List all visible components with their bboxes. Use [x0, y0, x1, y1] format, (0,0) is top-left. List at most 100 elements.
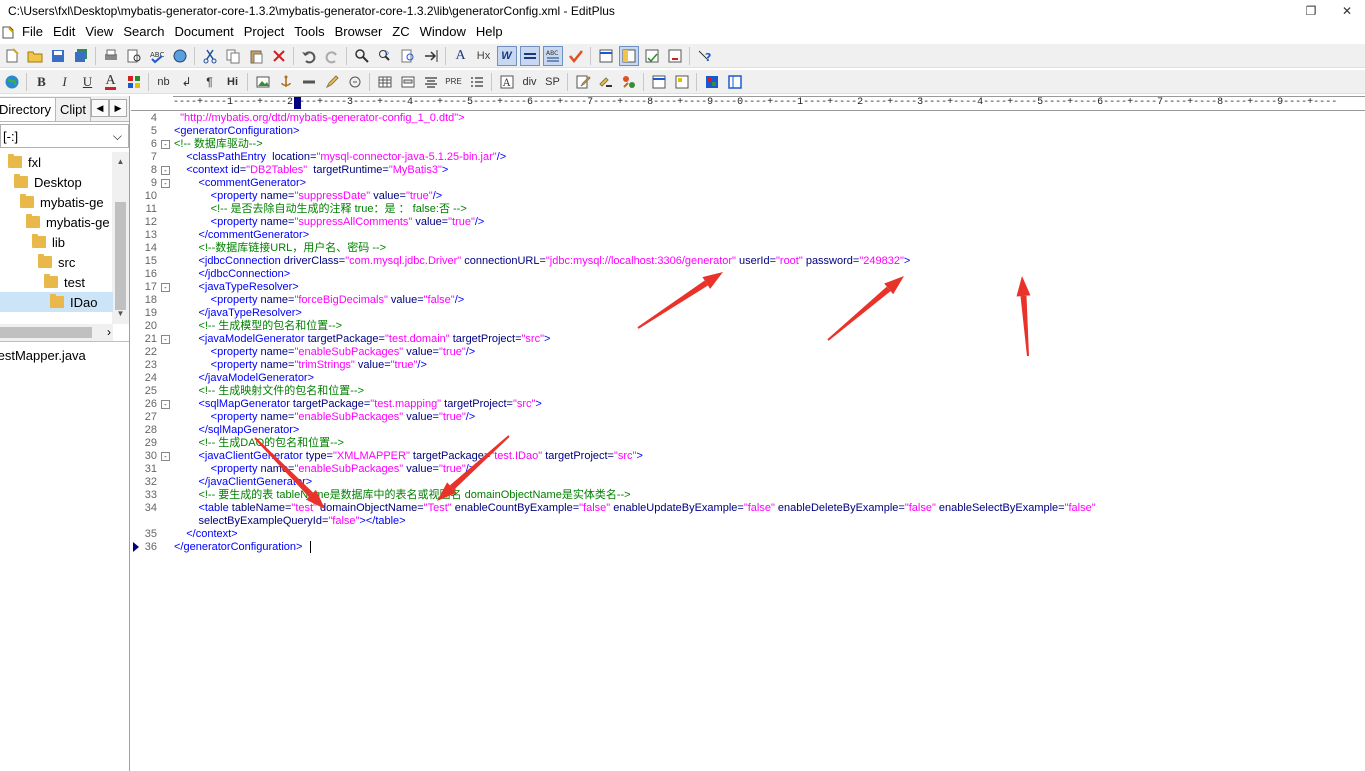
- web-preview-icon[interactable]: [170, 46, 190, 66]
- heading-button[interactable]: Hi: [223, 72, 243, 92]
- tree-node[interactable]: mybatis-ge: [26, 212, 110, 232]
- new-file-icon[interactable]: [2, 46, 22, 66]
- edit-style-icon[interactable]: [573, 72, 593, 92]
- goto-line-icon[interactable]: [421, 46, 441, 66]
- code-line[interactable]: 28 </sqlMapGenerator>: [131, 424, 1365, 437]
- print-preview-icon[interactable]: [124, 46, 144, 66]
- fold-toggle-icon[interactable]: -: [161, 400, 170, 409]
- open-folder-icon[interactable]: [25, 46, 45, 66]
- code-line[interactable]: 6- <!-- 数据库驱动-->: [131, 138, 1365, 151]
- tree-node[interactable]: src: [38, 252, 75, 272]
- hr-icon[interactable]: [299, 72, 319, 92]
- code-line[interactable]: 16 </jdbcConnection>: [131, 268, 1365, 281]
- document-icon[interactable]: [2, 26, 14, 39]
- code-line[interactable]: 21- <javaModelGenerator targetPackage="t…: [131, 333, 1365, 346]
- underline-button[interactable]: U: [78, 72, 98, 92]
- scroll-down-arrow[interactable]: ▼: [112, 306, 129, 322]
- drive-select[interactable]: [-:] ⌵: [0, 124, 129, 148]
- code-line[interactable]: 22 <property name="enableSubPackages" va…: [131, 346, 1365, 359]
- save-all-icon[interactable]: [71, 46, 91, 66]
- find-in-files-icon[interactable]: [398, 46, 418, 66]
- frame-icon[interactable]: [725, 72, 745, 92]
- tree-node[interactable]: mybatis-ge: [20, 192, 104, 212]
- tab-next-button[interactable]: ▶: [109, 99, 127, 117]
- line-break-button[interactable]: ↲: [177, 72, 197, 92]
- code-line[interactable]: 11 <!-- 是否去除自动生成的注释 true：是 ： false:否 -->: [131, 203, 1365, 216]
- check-mark-icon[interactable]: [566, 46, 586, 66]
- delete-icon[interactable]: [269, 46, 289, 66]
- code-line[interactable]: 15 <jdbcConnection driverClass="com.mysq…: [131, 255, 1365, 268]
- fold-toggle-icon[interactable]: -: [161, 452, 170, 461]
- copy-icon[interactable]: [223, 46, 243, 66]
- hex-icon[interactable]: Hx: [474, 46, 494, 66]
- code-line[interactable]: 17- <javaTypeResolver>: [131, 281, 1365, 294]
- font-color-button[interactable]: A: [101, 72, 121, 92]
- menu-search[interactable]: Search: [118, 22, 169, 42]
- nbsp-button[interactable]: nb: [154, 72, 174, 92]
- tree-node[interactable]: fxl: [8, 152, 41, 172]
- toolbox-icon[interactable]: [596, 72, 616, 92]
- find-icon[interactable]: [352, 46, 372, 66]
- word-wrap-icon[interactable]: W: [496, 45, 517, 66]
- html-preview-icon[interactable]: [649, 72, 669, 92]
- comment-icon[interactable]: [345, 72, 365, 92]
- menu-browser[interactable]: Browser: [330, 22, 388, 42]
- code-line[interactable]: 33 <!-- 要生成的表 tableName是数据库中的表名或视图名 doma…: [131, 489, 1365, 502]
- scroll-thumb[interactable]: [115, 202, 126, 310]
- menu-window[interactable]: Window: [415, 22, 471, 42]
- scroll-right-arrow[interactable]: ›: [107, 324, 111, 341]
- tab-prev-button[interactable]: ◀: [91, 99, 109, 117]
- code-line[interactable]: 8- <context id="DB2Tables" targetRuntime…: [131, 164, 1365, 177]
- menu-tools[interactable]: Tools: [289, 22, 329, 42]
- span-button[interactable]: SP: [543, 72, 563, 92]
- code-line[interactable]: 19 </javaTypeResolver>: [131, 307, 1365, 320]
- menu-help[interactable]: Help: [471, 22, 508, 42]
- code-line[interactable]: 7 <classPathEntry location="mysql-connec…: [131, 151, 1365, 164]
- paragraph-button[interactable]: ¶: [200, 72, 220, 92]
- tab-cliptext[interactable]: Clipt: [55, 97, 92, 121]
- edit-pencil-icon[interactable]: [322, 72, 342, 92]
- form-icon[interactable]: [398, 72, 418, 92]
- menu-project[interactable]: Project: [239, 22, 289, 42]
- redo-icon[interactable]: [322, 46, 342, 66]
- tree-node[interactable]: lib: [32, 232, 65, 252]
- code-line[interactable]: 9- <commentGenerator>: [131, 177, 1365, 190]
- hscroll-thumb[interactable]: [0, 327, 92, 338]
- anchor-icon[interactable]: [276, 72, 296, 92]
- cliplibrary-icon[interactable]: [619, 72, 639, 92]
- code-line[interactable]: 29 <!-- 生成DAO的包名和位置-->: [131, 437, 1365, 450]
- scroll-up-arrow[interactable]: ▲: [112, 154, 129, 170]
- tree-horizontal-scrollbar[interactable]: ›: [0, 324, 113, 341]
- fold-toggle-icon[interactable]: -: [161, 166, 170, 175]
- code-line[interactable]: 25 <!-- 生成映射文件的包名和位置-->: [131, 385, 1365, 398]
- close-button[interactable]: ✕: [1329, 0, 1365, 22]
- pre-button[interactable]: PRE: [444, 72, 464, 92]
- code-line[interactable]: 18 <property name="forceBigDecimals" val…: [131, 294, 1365, 307]
- fold-toggle-icon[interactable]: -: [161, 179, 170, 188]
- tree-node[interactable]: test: [44, 272, 85, 292]
- code-line[interactable]: 13 </commentGenerator>: [131, 229, 1365, 242]
- code-line[interactable]: 14 <!--数据库链接URL，用户名、密码 -->: [131, 242, 1365, 255]
- paste-icon[interactable]: [246, 46, 266, 66]
- html-code-icon[interactable]: [672, 72, 692, 92]
- tree-node[interactable]: IDao: [0, 292, 113, 312]
- line-number-icon[interactable]: ABC: [542, 45, 563, 66]
- code-line[interactable]: 26- <sqlMapGenerator targetPackage="test…: [131, 398, 1365, 411]
- menu-edit[interactable]: Edit: [48, 22, 80, 42]
- tree-node[interactable]: Desktop: [14, 172, 82, 192]
- menu-file[interactable]: File: [17, 22, 48, 42]
- image-icon[interactable]: [253, 72, 273, 92]
- tree-vertical-scrollbar[interactable]: ▲ ▼: [112, 152, 129, 324]
- code-line[interactable]: 34 <table tableName="test" domainObjectN…: [131, 502, 1365, 515]
- file-item[interactable]: testMapper.java: [0, 346, 129, 365]
- tab-directory[interactable]: Directory: [0, 97, 57, 121]
- code-line[interactable]: 20 <!-- 生成模型的包名和位置-->: [131, 320, 1365, 333]
- code-line[interactable]: 27 <property name="enableSubPackages" va…: [131, 411, 1365, 424]
- div-button[interactable]: div: [520, 72, 540, 92]
- ruler-toggle-icon[interactable]: [519, 45, 540, 66]
- output-window-icon[interactable]: [642, 46, 662, 66]
- list-icon[interactable]: [467, 72, 487, 92]
- fold-toggle-icon[interactable]: -: [161, 140, 170, 149]
- code-line[interactable]: 32 </javaClientGenerator>: [131, 476, 1365, 489]
- color-palette-icon[interactable]: [124, 72, 144, 92]
